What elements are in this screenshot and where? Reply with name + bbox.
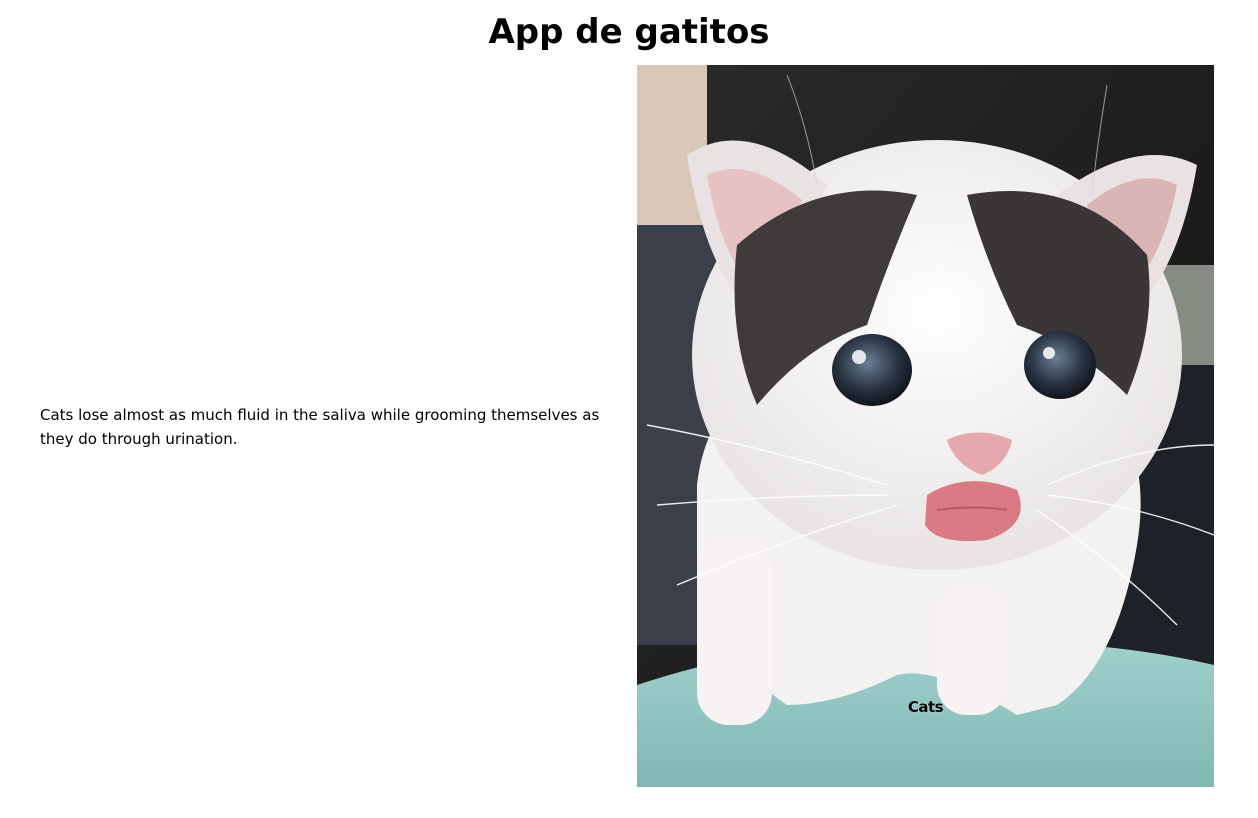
kitten-photo bbox=[637, 65, 1214, 787]
cat-fact-text: Cats lose almost as much fluid in the sa… bbox=[40, 406, 600, 448]
image-caption: Cats bbox=[907, 698, 944, 716]
cat-image: Cats bbox=[637, 65, 1214, 787]
page-title: App de gatitos bbox=[488, 12, 770, 52]
